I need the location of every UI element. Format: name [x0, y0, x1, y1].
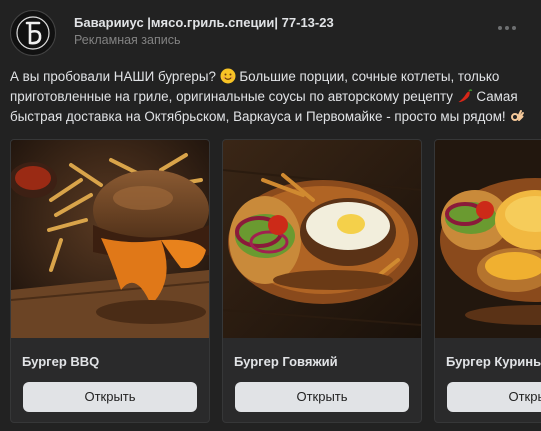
hot-pepper-emoji-icon — [457, 88, 473, 104]
post-header: Баварииус |мясо.гриль.специи| 77-13-23 Р… — [10, 10, 531, 56]
product-card[interactable]: Бургер BBQ Открыть — [10, 139, 210, 423]
post-text-part-1: А вы пробовали НАШИ бургеры? — [10, 69, 220, 84]
ad-label: Рекламная запись — [74, 33, 181, 47]
community-name[interactable]: Баварииус |мясо.гриль.специи| 77-13-23 — [74, 15, 334, 30]
more-horizontal-icon[interactable] — [497, 20, 517, 30]
ok-hand-emoji-icon — [509, 108, 525, 124]
open-button[interactable]: Открыть — [447, 382, 541, 412]
burger-beef-image — [223, 140, 421, 338]
product-card[interactable]: Бургер Говяжий Открыть — [222, 139, 422, 423]
card-title: Бургер BBQ — [22, 354, 100, 369]
community-avatar[interactable] — [10, 10, 56, 56]
card-title: Бургер Говяжий — [234, 354, 338, 369]
burger-chicken-image — [435, 140, 541, 338]
smiling-face-emoji-icon — [220, 68, 236, 84]
post-text: А вы пробовали НАШИ бургеры? Большие пор… — [10, 67, 530, 127]
product-carousel[interactable]: Бургер BBQ Открыть Бургер Говяжий Открыт… — [10, 139, 541, 425]
product-card[interactable]: Бургер Курины Открыть — [434, 139, 541, 423]
open-button[interactable]: Открыть — [23, 382, 197, 412]
burger-bbq-image — [11, 140, 209, 338]
open-button[interactable]: Открыть — [235, 382, 409, 412]
bavarius-logo-icon — [12, 12, 54, 54]
ad-post: Баварииус |мясо.гриль.специи| 77-13-23 Р… — [0, 0, 541, 431]
card-title: Бургер Курины — [446, 354, 541, 369]
